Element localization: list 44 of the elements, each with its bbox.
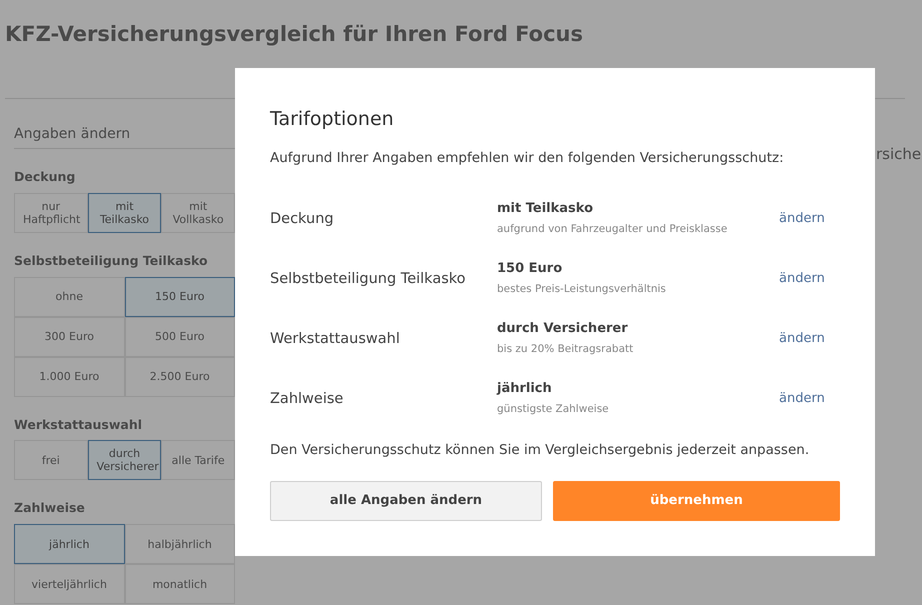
- option-button[interactable]: durch Versicherer: [88, 440, 162, 480]
- option-button[interactable]: frei: [14, 440, 88, 480]
- option-button[interactable]: mit Vollkasko: [161, 192, 235, 233]
- option-label: Selbstbeteiligung Teilkasko: [270, 270, 466, 287]
- page-title: KFZ-Versicherungsvergleich für Ihren Ford Focus: [5, 21, 583, 48]
- change-link[interactable]: ändern: [779, 208, 825, 228]
- option-button[interactable]: 2.500 Euro: [124, 356, 235, 396]
- section-heading: Deckung: [14, 168, 76, 186]
- option-button[interactable]: 500 Euro: [124, 316, 235, 356]
- option-label: Deckung: [270, 210, 334, 227]
- footer-text: Den Versicherungsschutz können Sie im Vergleichsergebnis jederzeit anpassen.: [270, 441, 810, 460]
- option-note: günstigste Zahlweise: [497, 402, 609, 417]
- option-value: durch Versicherer: [497, 320, 628, 338]
- option-button[interactable]: mit Teilkasko: [88, 192, 162, 233]
- option-label: Zahlweise: [270, 390, 344, 407]
- accept-button[interactable]: übernehmen: [553, 480, 840, 520]
- sidebar-heading: Angaben ändern: [14, 126, 130, 142]
- option-button[interactable]: nur Haftpflicht: [14, 192, 88, 233]
- option-button[interactable]: 150 Euro: [124, 276, 235, 316]
- option-button[interactable]: jährlich: [14, 524, 124, 564]
- option-note: bis zu 20% Beitragsrabatt: [497, 342, 634, 357]
- option-button[interactable]: alle Tarife: [161, 440, 235, 480]
- option-button[interactable]: 300 Euro: [14, 316, 124, 356]
- modal-title: Tarifoptionen: [270, 107, 394, 132]
- option-value: jährlich: [497, 380, 552, 398]
- section-heading: Selbstbeteiligung Teilkasko: [14, 252, 208, 270]
- option-value: 150 Euro: [497, 260, 562, 278]
- intro-text: Aufgrund Ihrer Angaben empfehlen wir den folgenden Versicherungsschutz:: [270, 149, 784, 168]
- option-label: Werkstattauswahl: [270, 330, 400, 347]
- section-heading: Zahlweise: [14, 499, 85, 518]
- option-button[interactable]: halbjährlich: [124, 524, 235, 564]
- option-value: mit Teilkasko: [497, 200, 593, 218]
- change-link[interactable]: ändern: [779, 268, 825, 288]
- change-link[interactable]: ändern: [779, 388, 825, 408]
- option-button[interactable]: vierteljährlich: [14, 564, 124, 604]
- option-note: bestes Preis-Leistungsverhältnis: [497, 282, 666, 297]
- option-button[interactable]: ohne: [14, 276, 124, 316]
- option-button[interactable]: 1.000 Euro: [14, 356, 124, 396]
- section-heading: Werkstattauswahl: [14, 416, 142, 434]
- option-note: aufgrund von Fahrzeugalter und Preisklasse: [497, 222, 728, 237]
- heading-fragment: rsiche: [876, 144, 922, 165]
- change-link[interactable]: ändern: [779, 328, 825, 348]
- option-button[interactable]: monatlich: [124, 564, 235, 604]
- edit-all-button[interactable]: alle Angaben ändern: [270, 480, 542, 520]
